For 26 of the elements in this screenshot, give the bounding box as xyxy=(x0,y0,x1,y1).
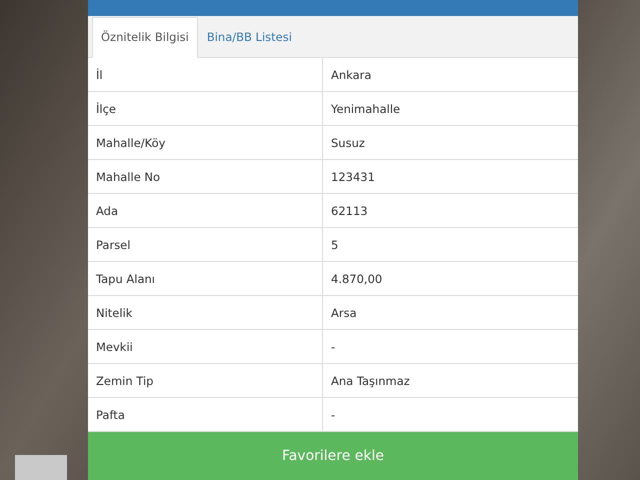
attribute-label: Parsel xyxy=(88,228,323,261)
attribute-label: Ada xyxy=(88,194,323,227)
attribute-value: - xyxy=(330,339,336,356)
attribute-label: İl xyxy=(88,58,323,91)
attribute-value: Susuz xyxy=(330,135,365,152)
attribute-value: Yenimahalle xyxy=(330,101,400,118)
attribute-label: Mahalle No xyxy=(88,160,323,193)
attribute-value: 123431 xyxy=(330,169,375,186)
attribute-label: İlçe xyxy=(88,92,323,125)
tab[interactable]: Bina/BB Listesi xyxy=(198,16,301,58)
attribute-label: Tapu Alanı xyxy=(88,262,323,295)
tab[interactable]: Öznitelik Bilgisi xyxy=(92,16,198,58)
attribute-label: Zemin Tip xyxy=(88,364,323,397)
attribute-value: Ankara xyxy=(330,67,372,84)
photo-placeholder xyxy=(15,455,67,480)
attribute-label: Pafta xyxy=(88,398,323,431)
attribute-value: Arsa xyxy=(330,305,357,322)
attribute-value: 4.870,00 xyxy=(330,271,382,288)
attribute-value: 62113 xyxy=(330,203,368,220)
attribute-value: Ana Taşınmaz xyxy=(330,373,410,390)
attribute-value: - xyxy=(330,407,336,424)
attribute-label: Mevkii xyxy=(88,330,323,363)
attribute-label: Nitelik xyxy=(88,296,323,329)
attribute-label: Mahalle/Köy xyxy=(88,126,323,159)
attribute-value: 5 xyxy=(330,237,338,254)
add-to-favorites-button[interactable]: Favorilere ekle xyxy=(88,432,578,480)
